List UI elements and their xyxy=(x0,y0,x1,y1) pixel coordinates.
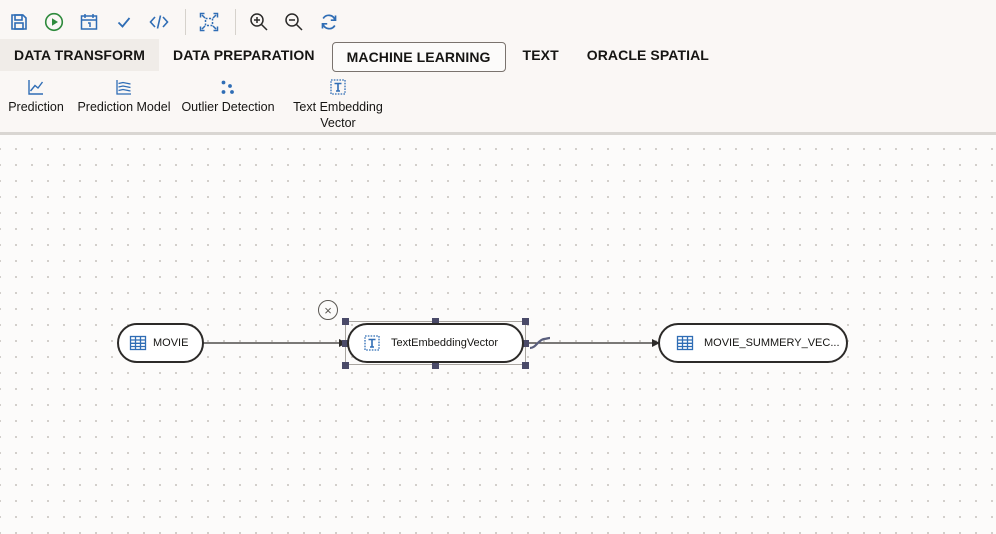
zoom-in-button[interactable] xyxy=(244,7,274,37)
tab-text[interactable]: TEXT xyxy=(509,39,573,71)
check-icon xyxy=(117,17,131,28)
tab-data-preparation[interactable]: DATA PREPARATION xyxy=(159,39,329,71)
operator-palette: Prediction Prediction Model Outlier Dete… xyxy=(0,73,996,132)
workflow-canvas[interactable]: MOVIE × TextEmbeddingVector MOVIE_SUMMER… xyxy=(0,135,996,534)
resize-handle[interactable] xyxy=(522,362,529,369)
calendar-icon xyxy=(80,14,98,30)
resize-handle[interactable] xyxy=(342,318,349,325)
palette-label: Text Embedding xyxy=(293,100,383,114)
text-box-icon xyxy=(330,79,346,95)
zoom-out-button[interactable] xyxy=(279,7,309,37)
palette-item-text-embedding-vector[interactable]: Text Embedding Vector xyxy=(288,75,388,131)
node-movie-summery-vec[interactable]: MOVIE_SUMMERY_VEC... xyxy=(658,323,848,363)
table-icon xyxy=(129,334,147,352)
main-toolbar xyxy=(0,0,996,44)
node-label: TextEmbeddingVector xyxy=(391,337,499,349)
schedule-button[interactable] xyxy=(74,7,104,37)
palette-label: Prediction Model xyxy=(77,100,171,114)
run-button[interactable] xyxy=(39,7,69,37)
palette-label: Outlier Detection xyxy=(181,100,275,114)
refresh-button[interactable] xyxy=(314,7,344,37)
fit-to-screen-button[interactable] xyxy=(194,7,224,37)
zoom-out-icon xyxy=(285,13,303,31)
resize-handle[interactable] xyxy=(342,362,349,369)
node-label: MOVIE xyxy=(153,337,189,349)
save-icon xyxy=(11,14,27,30)
scatter-dots-icon xyxy=(221,80,234,94)
tab-oracle-spatial[interactable]: ORACLE SPATIAL xyxy=(573,39,723,71)
multi-line-chart-icon xyxy=(116,80,131,95)
palette-item-prediction[interactable]: Prediction xyxy=(8,75,64,115)
category-tabs: DATA TRANSFORM DATA PREPARATION MACHINE … xyxy=(0,39,996,73)
play-icon xyxy=(44,12,64,32)
refresh-icon xyxy=(321,14,337,30)
node-movie[interactable]: MOVIE xyxy=(117,323,204,363)
text-box-icon xyxy=(363,334,381,352)
tab-machine-learning[interactable]: MACHINE LEARNING xyxy=(331,42,506,72)
zoom-in-icon xyxy=(250,13,268,31)
node-text-embedding-vector[interactable]: TextEmbeddingVector xyxy=(347,323,524,363)
palette-label: Prediction xyxy=(8,100,64,114)
palette-item-prediction-model[interactable]: Prediction Model xyxy=(76,75,172,115)
code-icon xyxy=(149,15,169,29)
remove-node-button[interactable]: × xyxy=(318,300,338,320)
toolbar-separator xyxy=(235,9,236,35)
resize-handle[interactable] xyxy=(522,318,529,325)
validate-button[interactable] xyxy=(109,7,139,37)
palette-item-outlier-detection[interactable]: Outlier Detection xyxy=(180,75,276,115)
line-chart-icon xyxy=(28,80,44,95)
code-button[interactable] xyxy=(144,7,174,37)
toolbar-separator xyxy=(185,9,186,35)
save-button[interactable] xyxy=(4,7,34,37)
resize-handle[interactable] xyxy=(432,362,439,369)
table-icon xyxy=(676,334,694,352)
node-label: MOVIE_SUMMERY_VEC... xyxy=(704,337,840,349)
close-icon: × xyxy=(324,302,332,318)
tab-data-transform[interactable]: DATA TRANSFORM xyxy=(0,39,160,71)
fit-to-screen-icon xyxy=(199,12,219,32)
palette-label: Vector xyxy=(320,116,356,130)
